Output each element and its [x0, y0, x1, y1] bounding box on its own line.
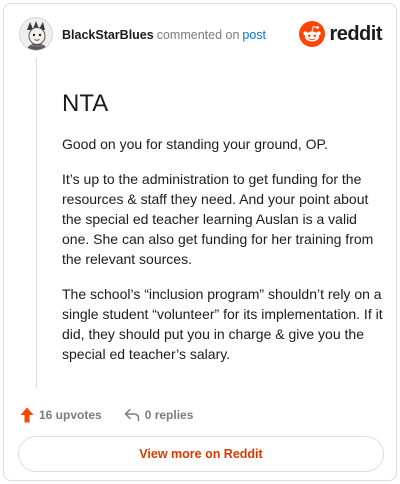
- avatar-illustration-icon: [20, 18, 52, 50]
- user-avatar[interactable]: [19, 17, 53, 51]
- comment-body: NTA Good on you for standing your ground…: [62, 90, 384, 379]
- comment-meta: BlackStarBlues commented on post: [62, 27, 266, 43]
- comment-paragraph: It’s up to the administration to get fun…: [62, 171, 374, 267]
- commented-on-text: commented on: [156, 28, 240, 42]
- comment-paragraph: Good on you for standing your ground, OP…: [62, 136, 328, 152]
- reddit-logo[interactable]: reddit: [299, 21, 382, 47]
- upvote-arrow-icon: [20, 407, 34, 423]
- reply-count: 0 replies: [144, 408, 194, 422]
- thread-line: [36, 58, 37, 388]
- reddit-wordmark: reddit: [329, 23, 382, 45]
- author-username[interactable]: BlackStarBlues: [62, 28, 154, 42]
- upvote-button[interactable]: 16 upvotes: [20, 407, 102, 423]
- view-more-on-reddit-button[interactable]: View more on Reddit: [18, 436, 384, 472]
- post-link[interactable]: post: [242, 28, 266, 42]
- reply-arrow-icon: [124, 408, 139, 422]
- comment-paragraph: The school’s “inclusion program” shouldn…: [62, 286, 383, 362]
- comment-card: BlackStarBlues commented on post reddit NT…: [3, 3, 397, 481]
- comment-title: NTA: [62, 90, 109, 117]
- comment-header: BlackStarBlues commented on post reddit: [4, 4, 396, 64]
- reddit-snoo-icon: [299, 21, 326, 47]
- upvote-count: 16 upvotes: [39, 408, 102, 422]
- comment-actions: 16 upvotes 0 replies: [20, 405, 193, 425]
- replies-button[interactable]: 0 replies: [124, 408, 194, 422]
